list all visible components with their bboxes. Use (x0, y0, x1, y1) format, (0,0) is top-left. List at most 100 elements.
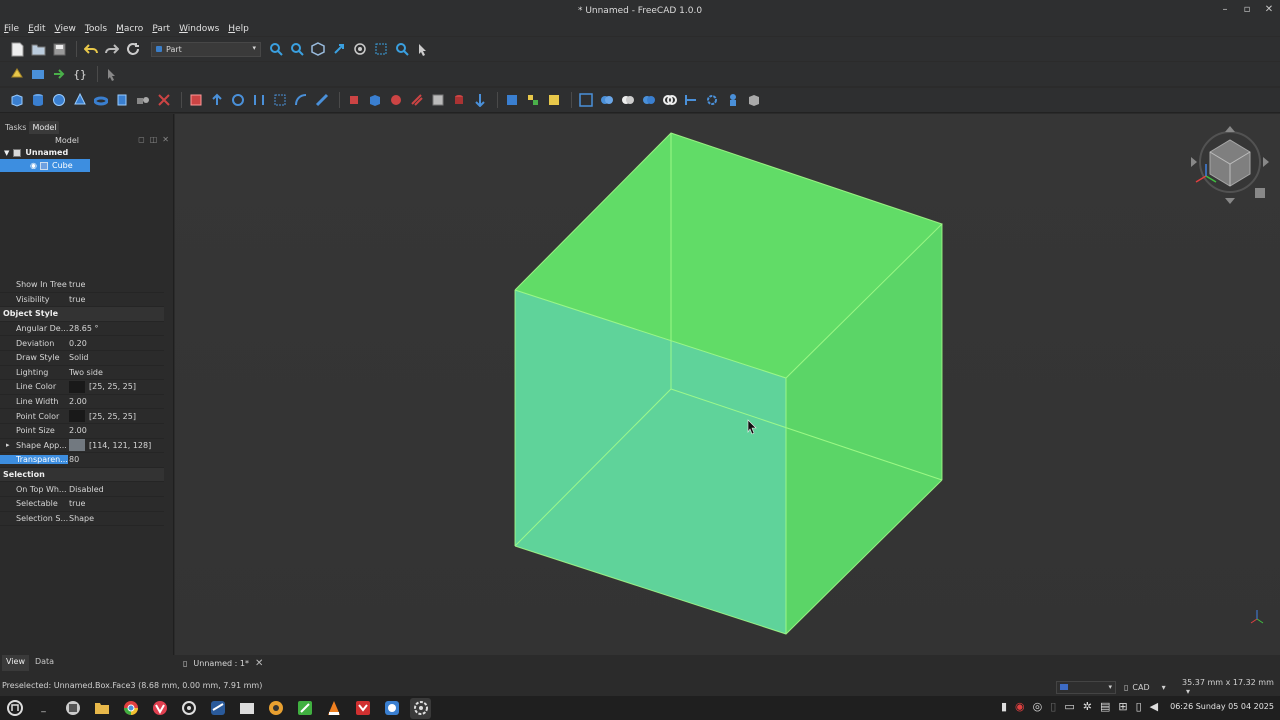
property-row[interactable]: Visibility true (0, 293, 164, 308)
isometric-view-icon[interactable] (309, 40, 327, 58)
part-compound-icon[interactable] (503, 91, 521, 109)
part-common-icon[interactable] (640, 91, 658, 109)
clipboard-icon[interactable]: ▭ (1064, 700, 1074, 713)
property-value[interactable]: Two side (68, 368, 164, 377)
property-row[interactable]: Point Color [25, 25, 25] (0, 409, 164, 424)
part-projection-icon[interactable] (471, 91, 489, 109)
part-explode-icon[interactable] (524, 91, 542, 109)
menu-macro[interactable]: Macro (116, 24, 143, 34)
part-cone-icon[interactable] (71, 91, 89, 109)
part-section-icon[interactable] (387, 91, 405, 109)
steam-tray-icon[interactable]: ◎ (1033, 700, 1043, 713)
measure-icon[interactable] (393, 40, 411, 58)
color-swatch[interactable] (69, 410, 85, 423)
part-shape-builder-icon[interactable] (155, 91, 173, 109)
part-color-icon[interactable] (724, 91, 742, 109)
volume-icon[interactable]: ◀ (1150, 700, 1158, 713)
network-icon[interactable]: ⊞ (1118, 700, 1127, 713)
freecad-taskbar-icon[interactable] (410, 697, 431, 719)
printer-icon[interactable]: ▤ (1100, 700, 1110, 713)
fit-all-icon[interactable] (267, 40, 285, 58)
macro-record-icon[interactable] (8, 65, 26, 83)
part-extrude-icon[interactable] (187, 91, 205, 109)
clapper-icon[interactable] (236, 698, 257, 719)
part-split-icon[interactable] (682, 91, 700, 109)
vivaldi-icon[interactable] (149, 698, 170, 719)
app-blue-icon[interactable] (381, 698, 402, 719)
maximize-button[interactable]: ▫ (1242, 4, 1252, 15)
whats-this-pointer-icon[interactable] (103, 65, 121, 83)
part-offset-icon[interactable] (429, 91, 447, 109)
terminal-icon[interactable]: _ (33, 698, 54, 719)
collapse-arrow-icon[interactable]: ▼ (4, 149, 9, 157)
std-views-menu-icon[interactable] (330, 40, 348, 58)
refresh-icon[interactable] (124, 40, 142, 58)
property-value[interactable]: true (68, 499, 164, 508)
clock[interactable]: 06:26 Sunday 05 04 2025 (1170, 702, 1274, 711)
property-value[interactable]: Disabled (68, 485, 164, 494)
part-check-geometry-icon[interactable] (545, 91, 563, 109)
new-document-icon[interactable] (8, 40, 26, 58)
open-document-icon[interactable] (29, 40, 47, 58)
redo-icon[interactable] (103, 40, 121, 58)
draw-style-icon[interactable] (351, 40, 369, 58)
tab-tasks[interactable]: Tasks (2, 121, 29, 134)
settings-icon[interactable]: ✲ (1083, 700, 1092, 713)
part-fuse-icon[interactable] (619, 91, 637, 109)
close-icon[interactable]: ✕ (162, 135, 169, 144)
property-row[interactable]: On Top Wh... Disabled (0, 482, 164, 497)
prusa-slicer-icon[interactable] (265, 698, 286, 719)
steam-icon[interactable] (207, 698, 228, 719)
macro-run-icon[interactable] (50, 65, 68, 83)
close-button[interactable]: ✕ (1264, 4, 1274, 15)
property-value[interactable]: true (68, 295, 164, 304)
trash-icon[interactable]: ▮ (1001, 700, 1007, 713)
menu-part[interactable]: Part (152, 24, 170, 34)
save-icon[interactable] (50, 40, 68, 58)
part-transparency-icon[interactable] (745, 91, 763, 109)
part-make-face-icon[interactable] (292, 91, 310, 109)
macro-open-icon[interactable] (29, 65, 47, 83)
part-loft-icon[interactable] (345, 91, 363, 109)
part-cut-icon[interactable] (598, 91, 616, 109)
undo-icon[interactable] (82, 40, 100, 58)
tray-app-red-icon[interactable]: ◉ (1015, 700, 1025, 713)
property-value[interactable]: [25, 25, 25] (68, 410, 164, 423)
property-value[interactable]: 28.65 ° (68, 324, 164, 333)
menu-help[interactable]: Help (228, 24, 249, 34)
property-value[interactable]: 0.20 (68, 339, 164, 348)
tree-object-row[interactable]: ◉ Cube (0, 159, 90, 172)
app-red-icon[interactable] (352, 698, 373, 719)
android-studio-icon[interactable] (294, 698, 315, 719)
part-sweep-icon[interactable] (366, 91, 384, 109)
close-tab-icon[interactable]: ✕ (255, 658, 263, 669)
part-primitives-icon[interactable] (134, 91, 152, 109)
chat-app-icon[interactable] (62, 698, 83, 719)
property-value[interactable]: Solid (68, 353, 164, 362)
nav-cube-menu-icon[interactable] (1255, 188, 1265, 198)
color-swatch[interactable] (69, 380, 85, 393)
property-value[interactable]: 2.00 (68, 397, 164, 406)
bounding-box-icon[interactable] (372, 40, 390, 58)
part-boolean-icon[interactable] (577, 91, 595, 109)
part-thickness-icon[interactable] (450, 91, 468, 109)
3d-scene[interactable] (175, 114, 1280, 655)
part-mirror-icon[interactable] (229, 91, 247, 109)
expand-arrow-icon[interactable]: ▸ (6, 441, 10, 449)
property-row[interactable]: Angular De... 28.65 ° (0, 322, 164, 337)
vlc-icon[interactable] (323, 698, 344, 719)
menu-file[interactable]: File (4, 24, 19, 34)
property-group-header[interactable]: Object Style (0, 307, 164, 322)
property-row[interactable]: ▸ Shape App... [114, 121, 128] (0, 439, 164, 454)
minimize-button[interactable]: – (1220, 4, 1230, 15)
part-chamfer-icon[interactable] (271, 91, 289, 109)
property-value[interactable]: 80 (68, 455, 164, 464)
tray-shield-icon[interactable]: ▯ (1050, 700, 1056, 713)
macro-editor-icon[interactable]: {} (71, 65, 89, 83)
menu-windows[interactable]: Windows (179, 24, 219, 34)
part-attachment-icon[interactable] (703, 91, 721, 109)
property-row[interactable]: Lighting Two side (0, 366, 164, 381)
property-row[interactable]: Selection S... Shape (0, 512, 164, 527)
color-swatch[interactable] (69, 439, 85, 452)
battery-icon[interactable]: ▯ (1136, 700, 1142, 713)
